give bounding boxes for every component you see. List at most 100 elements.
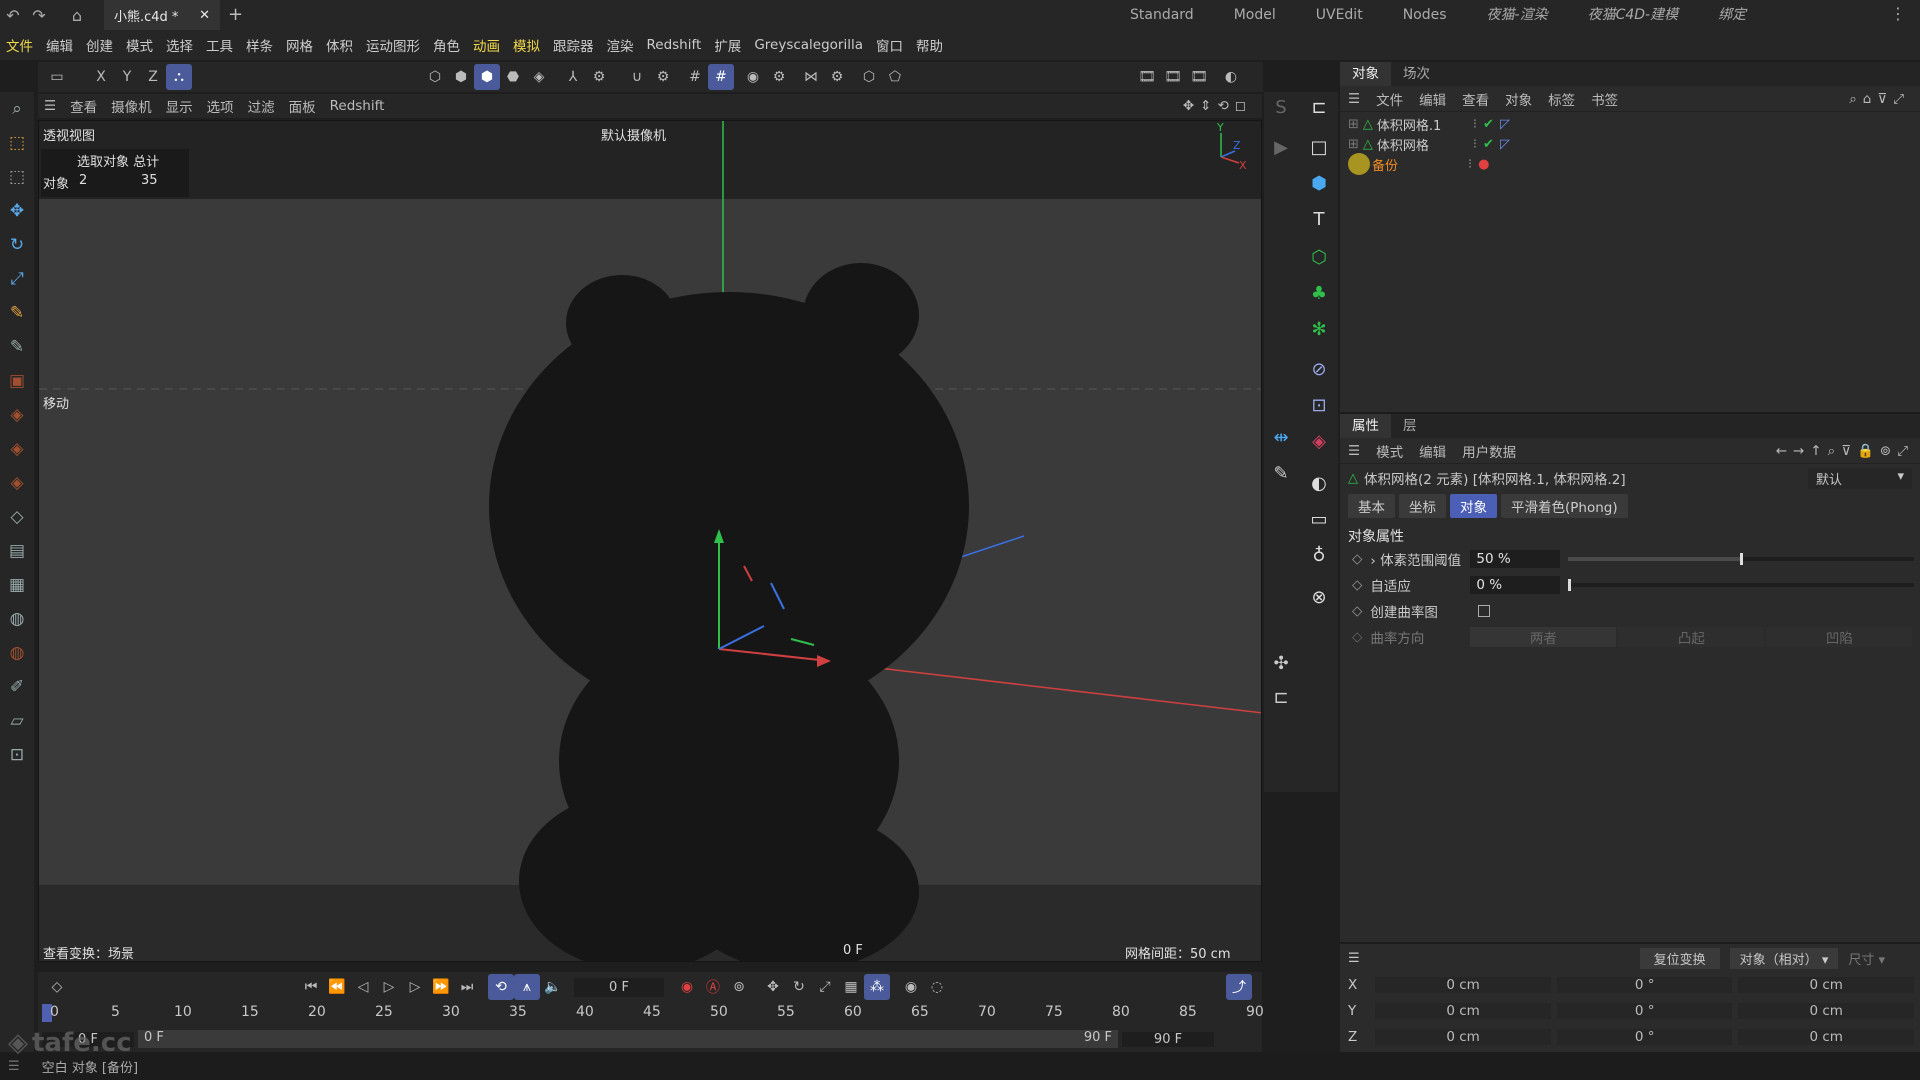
layout-rigging[interactable]: 绑定 xyxy=(1698,0,1766,30)
spline-create-icon[interactable]: S xyxy=(1266,92,1296,122)
slider-handle[interactable] xyxy=(1568,579,1572,591)
object-name[interactable]: 体积网格.1 xyxy=(1377,115,1473,134)
keyframe-icon[interactable]: ◇ xyxy=(1352,551,1362,567)
weld-icon[interactable]: ▦ xyxy=(0,568,34,602)
menu-spline[interactable]: 样条 xyxy=(246,35,273,55)
slider-handle[interactable] xyxy=(1740,553,1744,565)
tab-phong[interactable]: 平滑着色(Phong) xyxy=(1501,494,1628,518)
menu-mesh[interactable]: 网格 xyxy=(286,35,313,55)
axis-y-toggle[interactable]: Y xyxy=(114,64,140,90)
rot-z-input[interactable]: 0 ° xyxy=(1556,1029,1733,1045)
vp-menu-redshift[interactable]: Redshift xyxy=(330,98,385,114)
curvature-map-checkbox[interactable] xyxy=(1478,605,1491,617)
am-menu-userdata[interactable]: 用户数据 xyxy=(1462,441,1516,461)
range-end-input[interactable]: 90 F xyxy=(1122,1031,1214,1047)
adaptive-slider[interactable] xyxy=(1568,579,1915,591)
pen-tool-icon[interactable]: ✎ xyxy=(0,296,34,330)
snap-points-icon[interactable]: ✣ xyxy=(1266,648,1296,678)
curvature-option-both[interactable]: 两者 xyxy=(1470,627,1617,647)
layout-model[interactable]: Model xyxy=(1214,0,1296,30)
scale-key-icon[interactable]: ⤢ xyxy=(812,974,838,1000)
select-box-icon[interactable]: ▭ xyxy=(44,64,70,90)
knife-icon[interactable]: ◈ xyxy=(0,432,34,466)
camera-icon[interactable]: ▭ xyxy=(1304,504,1334,534)
prev-key-icon[interactable]: ⏪ xyxy=(324,974,350,1000)
timeline-ruler[interactable]: 0 5 10 15 20 25 30 35 40 45 50 55 60 65 … xyxy=(38,1002,1264,1026)
coord-system-icon[interactable]: ⛬ xyxy=(166,64,192,90)
menu-extensions[interactable]: 扩展 xyxy=(714,35,741,55)
magnet-icon[interactable]: ∪ xyxy=(624,64,650,90)
playback-mode-icon[interactable]: ⩚ xyxy=(514,974,540,1000)
scale-tool-icon[interactable]: ⤢ xyxy=(0,262,34,296)
menu-window[interactable]: 窗口 xyxy=(876,35,903,55)
volume-icon[interactable]: ◈ xyxy=(1304,426,1334,456)
cube-icon[interactable]: ▣ xyxy=(0,364,34,398)
bridge-icon[interactable]: ▤ xyxy=(0,534,34,568)
tag-icon[interactable]: ◸ xyxy=(1500,117,1510,132)
autokey-icon[interactable]: Ⓐ xyxy=(700,974,726,1000)
tab-takes[interactable]: 场次 xyxy=(1391,62,1442,86)
layout-modeling[interactable]: 夜猫C4D-建模 xyxy=(1568,0,1699,30)
menu-simulate[interactable]: 模拟 xyxy=(513,35,540,55)
viewport-menu-icon[interactable]: ☰ xyxy=(44,98,56,114)
menu-tracker[interactable]: 跟踪器 xyxy=(553,35,594,55)
motion-clip-icon[interactable]: ◉ xyxy=(898,974,924,1000)
vp-menu-filter[interactable]: 过滤 xyxy=(248,96,275,116)
null-object-icon[interactable]: □ xyxy=(1304,132,1334,162)
rotate-tool-icon[interactable]: ↻ xyxy=(0,228,34,262)
pos-x-input[interactable]: 0 cm xyxy=(1375,977,1551,993)
more-icon[interactable]: ⋮ xyxy=(1890,4,1906,23)
size-dropdown[interactable]: 尺寸 ▾ xyxy=(1848,949,1885,968)
magnet-settings-icon[interactable]: ⚙ xyxy=(650,64,676,90)
search-icon[interactable]: ⌕ xyxy=(0,92,34,126)
visibility-icon[interactable]: ⁝ xyxy=(1473,117,1477,132)
om-menu-view[interactable]: 查看 xyxy=(1462,89,1489,109)
rect-select-icon[interactable]: ⬚ xyxy=(0,160,34,194)
render-settings-icon[interactable]: 🎞 xyxy=(1186,64,1212,90)
tag-icon[interactable]: ◸ xyxy=(1500,137,1510,152)
vp-menu-panel[interactable]: 面板 xyxy=(289,96,316,116)
render-view-icon[interactable]: 🎞 xyxy=(1134,64,1160,90)
next-frame-icon[interactable]: ▷ xyxy=(402,974,428,1000)
lock-icon[interactable]: ⬡ xyxy=(856,64,882,90)
paint-icon[interactable]: ✐ xyxy=(0,670,34,704)
text-object-icon[interactable]: T xyxy=(1304,204,1334,234)
fcurve-icon[interactable]: ⤴ xyxy=(1226,974,1252,1000)
go-end-icon[interactable]: ⏭ xyxy=(454,974,480,1000)
range-slider[interactable]: 0 F 90 F xyxy=(138,1030,1118,1048)
keyframe-selection-icon[interactable]: ⊚ xyxy=(726,974,752,1000)
viewport-nav-icons[interactable]: ✥⇕⟲◻ xyxy=(1183,98,1252,114)
am-nav-icons[interactable]: ←→↑⌕⊽🔒⊚⤢ xyxy=(1776,443,1914,459)
size-z-input[interactable]: 0 cm xyxy=(1738,1029,1914,1045)
play-icon[interactable]: ▷ xyxy=(376,974,402,1000)
object-manager-icon[interactable]: ⊏ xyxy=(1304,92,1334,122)
adaptive-input[interactable]: 0 % xyxy=(1470,576,1561,594)
field-icon[interactable]: ⊡ xyxy=(1304,390,1334,420)
deformer-icon[interactable]: ⊘ xyxy=(1304,354,1334,384)
anim-icon[interactable]: ▶ xyxy=(1266,132,1296,162)
layout-render[interactable]: 夜猫-渲染 xyxy=(1467,0,1568,30)
menu-mode[interactable]: 模式 xyxy=(126,35,153,55)
om-menu-object[interactable]: 对象 xyxy=(1505,89,1532,109)
pos-y-input[interactable]: 0 cm xyxy=(1375,1003,1551,1019)
rot-y-input[interactable]: 0 ° xyxy=(1556,1003,1733,1019)
edge-mode-icon[interactable]: ⬢ xyxy=(448,64,474,90)
transfer-icon[interactable]: ⊏ xyxy=(1266,682,1296,712)
menu-help[interactable]: 帮助 xyxy=(916,35,943,55)
close-icon[interactable]: ✕ xyxy=(199,8,210,23)
keyframe-icon[interactable]: ◇ xyxy=(1352,577,1362,593)
am-menu-edit[interactable]: 编辑 xyxy=(1419,441,1446,461)
status-menu-icon[interactable]: ☰ xyxy=(8,1059,20,1074)
menu-select[interactable]: 选择 xyxy=(166,35,193,55)
size-y-input[interactable]: 0 cm xyxy=(1738,1003,1914,1019)
loop-icon[interactable]: ⟲ xyxy=(488,974,514,1000)
rot-x-input[interactable]: 0 ° xyxy=(1556,977,1733,993)
axis-x-toggle[interactable]: X xyxy=(88,64,114,90)
rotation-key-icon[interactable]: ↻ xyxy=(786,974,812,1000)
model-mode-icon[interactable]: ⬣ xyxy=(500,64,526,90)
vp-menu-camera[interactable]: 摄像机 xyxy=(111,96,152,116)
tab-coord[interactable]: 坐标 xyxy=(1399,494,1446,518)
om-menu-icon[interactable]: ☰ xyxy=(1348,91,1360,107)
measure-icon[interactable]: ⇹ xyxy=(1266,422,1296,452)
disabled-dot-icon[interactable]: ● xyxy=(1478,157,1489,172)
